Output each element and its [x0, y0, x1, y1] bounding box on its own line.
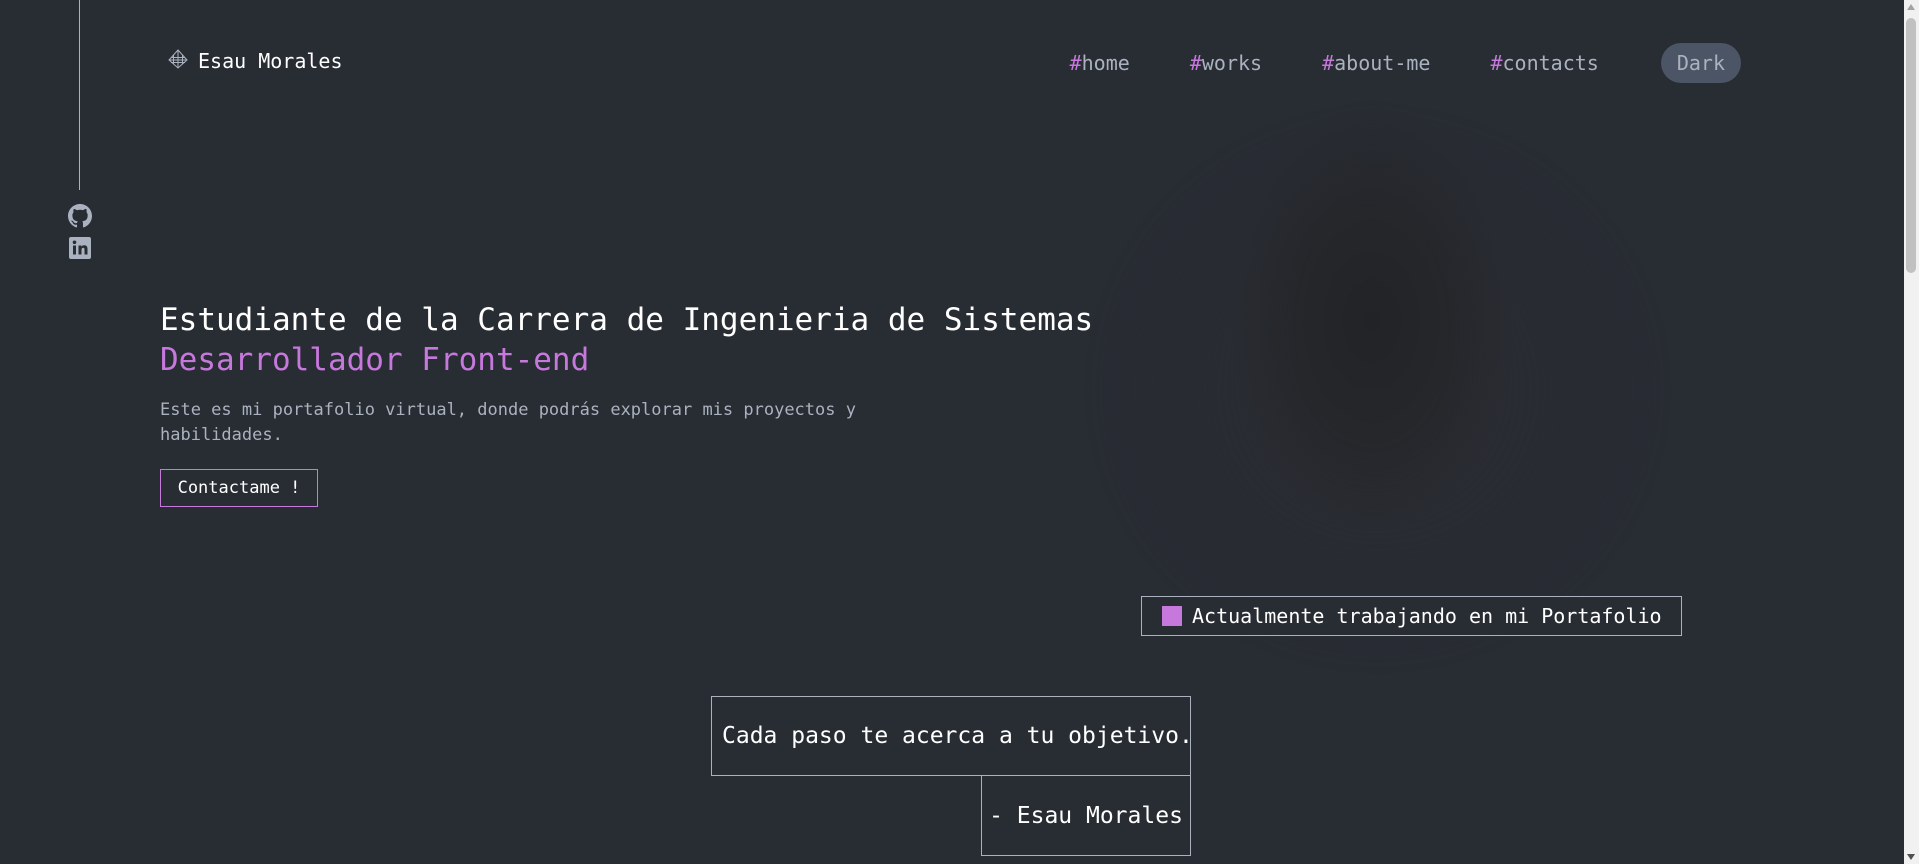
- nav-label: contacts: [1502, 51, 1599, 75]
- main-nav: #home #works #about-me #contacts Dark: [1070, 43, 1741, 83]
- portfolio-page: Esau Morales #home #works #about-me #con…: [0, 0, 1919, 864]
- scroll-up-icon[interactable]: [1907, 4, 1915, 10]
- scroll-down-icon[interactable]: [1907, 854, 1915, 860]
- status-text: Actualmente trabajando en mi Portafolio: [1192, 604, 1662, 628]
- github-icon[interactable]: [68, 204, 92, 228]
- nav-about-me[interactable]: #about-me: [1322, 51, 1430, 75]
- quote-text: Cada paso te acerca a tu objetivo.: [711, 696, 1193, 776]
- logo-name: Esau Morales: [198, 49, 343, 73]
- nav-hash: #: [1069, 51, 1082, 75]
- status-badge: Actualmente trabajando en mi Portafolio: [1141, 596, 1682, 636]
- theme-toggle-button[interactable]: Dark: [1660, 43, 1741, 83]
- profile-photo: [1090, 110, 1730, 730]
- linkedin-icon[interactable]: [68, 236, 92, 260]
- vertical-scrollbar[interactable]: [1904, 0, 1919, 864]
- contact-button[interactable]: Contactame !: [160, 469, 318, 507]
- nav-works[interactable]: #works: [1190, 51, 1262, 75]
- quote-author: - Esau Morales: [981, 775, 1191, 856]
- nav-label: works: [1201, 51, 1263, 75]
- hero-title: Estudiante de la Carrera de Ingenieria d…: [160, 302, 1094, 338]
- social-links: [68, 204, 92, 260]
- hero-subtitle: Desarrollador Front-end: [160, 342, 590, 378]
- site-logo[interactable]: Esau Morales: [167, 48, 343, 74]
- nav-hash: #: [1322, 51, 1335, 75]
- nav-home[interactable]: #home: [1070, 51, 1130, 75]
- status-square-icon: [1162, 606, 1182, 626]
- logo-icon: [167, 48, 189, 74]
- nav-hash: #: [1189, 51, 1202, 75]
- hero-description: Este es mi portafolio virtual, donde pod…: [160, 400, 856, 445]
- nav-label: home: [1081, 51, 1130, 75]
- scroll-thumb[interactable]: [1906, 18, 1916, 273]
- nav-hash: #: [1490, 51, 1503, 75]
- sidebar-vertical-line: [79, 0, 80, 190]
- nav-label: about-me: [1334, 51, 1431, 75]
- nav-contacts[interactable]: #contacts: [1490, 51, 1598, 75]
